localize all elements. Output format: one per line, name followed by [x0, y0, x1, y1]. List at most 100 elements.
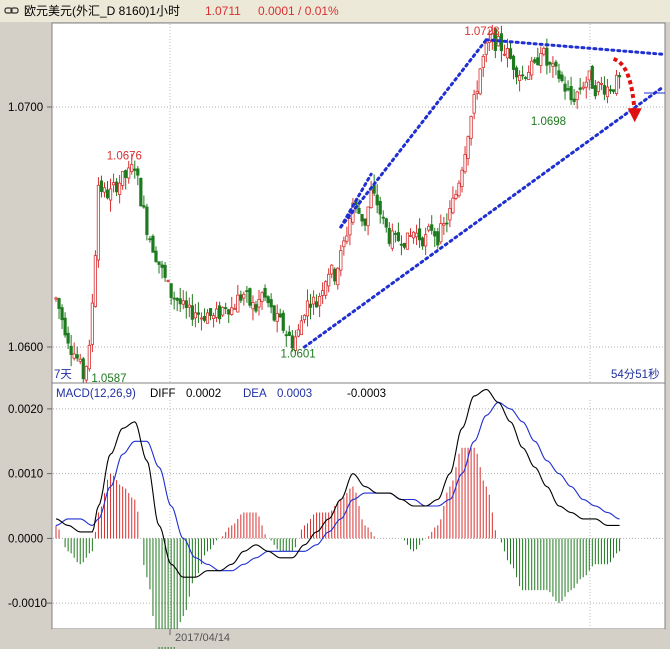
price-annotation: 1.0728	[464, 26, 499, 38]
candle-body	[514, 67, 519, 78]
candle-body	[99, 180, 104, 192]
candle-body	[481, 55, 485, 68]
candle-body	[75, 354, 79, 359]
candle-body	[175, 297, 179, 301]
candle-body	[287, 331, 291, 336]
candle-body	[508, 48, 513, 59]
candle-body	[399, 243, 404, 246]
candle-body	[263, 287, 267, 298]
macd-label: MACD(12,26,9)	[56, 388, 136, 400]
candle-body	[205, 312, 210, 324]
candle-body	[266, 296, 270, 304]
candle-body	[463, 154, 467, 173]
candle-body	[57, 298, 61, 309]
candle-body	[472, 94, 476, 114]
candle-body	[424, 234, 428, 247]
candle-body	[451, 197, 455, 214]
candle-body	[551, 63, 555, 67]
candle-body	[115, 181, 119, 193]
candle-body	[96, 184, 101, 261]
candle-body	[321, 290, 325, 296]
candle-body	[548, 62, 552, 65]
candle-body	[127, 167, 131, 179]
candle-body	[596, 81, 600, 92]
candle-body	[233, 308, 237, 310]
candle-body	[445, 222, 449, 225]
candle-body	[511, 55, 516, 70]
candle-body	[214, 308, 219, 318]
candle-body	[121, 170, 125, 186]
candle-body	[151, 235, 155, 253]
candle-body	[433, 231, 437, 237]
candle-body	[230, 307, 234, 315]
candle-body	[105, 189, 110, 199]
candle-body	[502, 53, 507, 56]
candle-body	[148, 238, 152, 241]
candle-body	[584, 81, 588, 88]
bar-countdown: 54分51秒	[611, 367, 660, 381]
candle-body	[578, 87, 582, 90]
candle-body	[311, 296, 316, 305]
candle-body	[484, 42, 488, 55]
candle-body	[78, 358, 82, 362]
candle-body	[348, 218, 352, 236]
period-label: 7天	[54, 369, 72, 381]
candle-body	[66, 332, 70, 344]
candle-body	[281, 312, 285, 331]
price-annotation: 1.0601	[280, 349, 315, 361]
candle-body	[614, 74, 619, 94]
price-tick-label: 1.0700	[8, 102, 43, 114]
candle-body	[524, 77, 528, 79]
candle-body	[196, 312, 201, 315]
candle-body	[308, 303, 313, 308]
candle-body	[611, 89, 616, 92]
candle-body	[63, 317, 67, 336]
candle-body	[581, 86, 585, 89]
candle-body	[193, 312, 197, 319]
candle-body	[608, 89, 613, 92]
candle-body	[60, 307, 64, 321]
candle-body	[102, 187, 107, 193]
candle-body	[184, 300, 188, 308]
candle-body	[251, 302, 255, 310]
candle-body	[560, 74, 564, 82]
candle-body	[333, 268, 337, 282]
candle-body	[160, 264, 164, 268]
candle-body	[257, 298, 261, 308]
time-axis	[52, 629, 665, 647]
candle-body	[369, 189, 373, 209]
candle-body	[411, 231, 416, 239]
candle-body	[357, 207, 361, 214]
candle-body	[378, 200, 382, 215]
candle-body	[345, 235, 349, 242]
candle-body	[563, 83, 567, 92]
candle-body	[202, 316, 207, 321]
candle-body	[408, 235, 413, 237]
candle-body	[336, 267, 340, 286]
candle-body	[254, 304, 258, 312]
candle-body	[430, 224, 434, 231]
candle-body	[236, 294, 240, 313]
candle-body	[421, 237, 425, 247]
candle-body	[375, 194, 379, 206]
macd-tick-label: 0.0010	[8, 469, 43, 481]
candle-body	[339, 250, 343, 271]
candle-body	[136, 168, 140, 176]
candle-body	[93, 255, 97, 307]
candle-body	[566, 88, 570, 91]
candle-body	[575, 91, 579, 100]
candle-body	[530, 60, 534, 76]
candle-body	[190, 305, 194, 320]
candle-body	[290, 335, 294, 349]
candle-body	[154, 250, 158, 262]
candle-body	[142, 205, 146, 208]
candle-body	[554, 61, 558, 67]
candle-body	[457, 182, 461, 197]
candle-body	[366, 206, 370, 227]
candle-body	[302, 314, 307, 321]
candle-body	[414, 232, 419, 238]
candle-body	[218, 305, 222, 320]
candle-body	[157, 261, 161, 265]
candle-body	[245, 290, 249, 293]
candle-body	[436, 231, 440, 246]
